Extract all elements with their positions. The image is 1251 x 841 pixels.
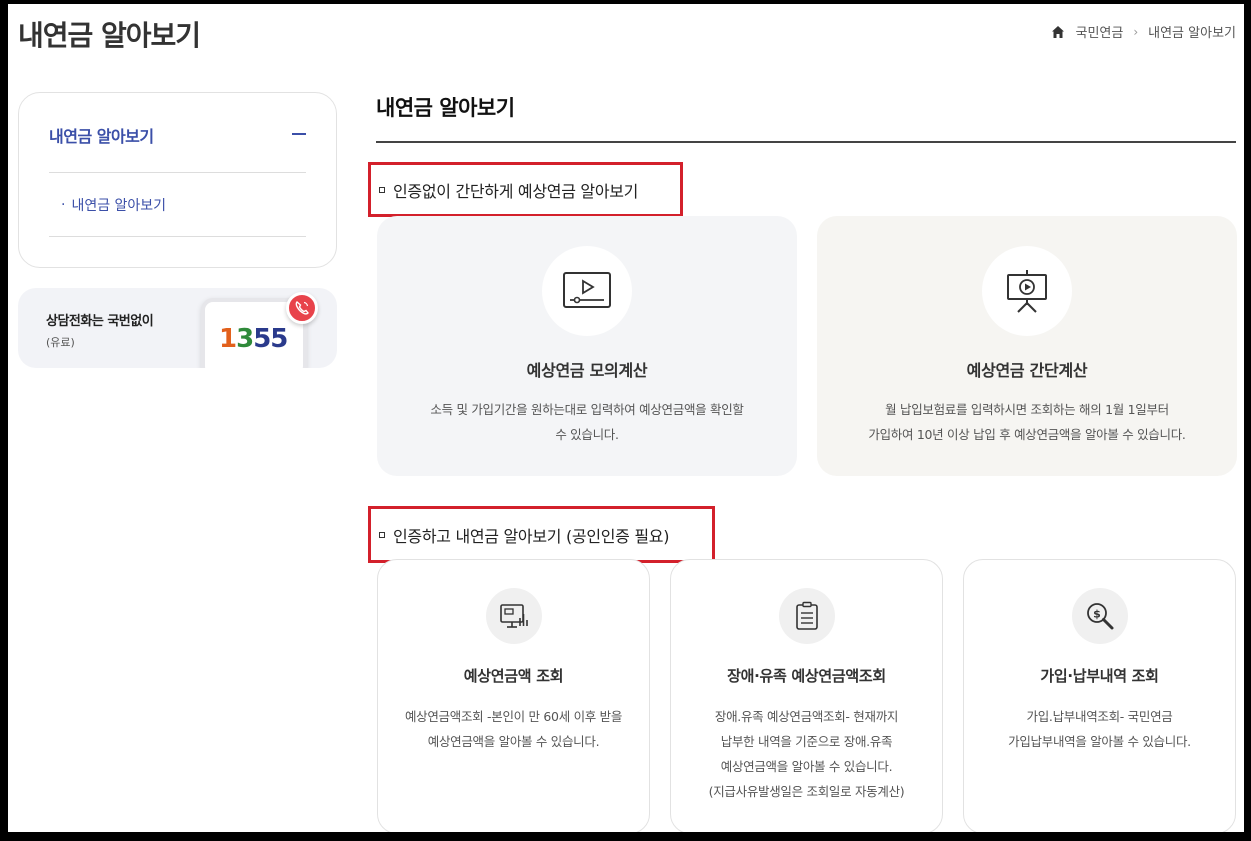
card-title: 장애·유족 예상연금액조회 xyxy=(727,667,886,685)
card-description: 예상연금액조회 -본인이 만 60세 이후 받을 예상연금액을 알아볼 수 있습… xyxy=(388,704,639,754)
phone-digit: 1 xyxy=(219,324,237,354)
card-description: 가입.납부내역조회- 국민연금 가입납부내역을 알아볼 수 있습니다. xyxy=(974,704,1225,754)
card-disability-survivor-inquiry[interactable]: 장애·유족 예상연금액조회 장애.유족 예상연금액조회- 현재까지 납부한 내역… xyxy=(670,559,943,832)
page-frame: 내연금 알아보기 국민연금 › 내연금 알아보기 내연금 알아보기 · 내연금 … xyxy=(8,4,1244,832)
money-search-icon: $ xyxy=(1071,588,1128,644)
card-title: 가입·납부내역 조회 xyxy=(1040,667,1159,685)
card-description-line: 장애.유족 예상연금액조회- 현재까지 xyxy=(714,709,899,724)
card-pension-simulation[interactable]: 예상연금 모의계산 소득 및 가입기간을 원하는대로 입력하여 예상연금액을 확… xyxy=(377,216,797,476)
card-description-line: 예상연금액조회 -본인이 만 60세 이후 받을 xyxy=(404,709,623,724)
chevron-right-icon: › xyxy=(1133,24,1139,39)
monitor-chart-icon xyxy=(485,588,542,644)
sidebar-menu: 내연금 알아보기 · 내연금 알아보기 xyxy=(18,92,337,268)
square-bullet-icon xyxy=(379,186,385,193)
card-description-line: 예상연금액을 알아볼 수 있습니다. xyxy=(427,734,600,749)
page-title: 내연금 알아보기 xyxy=(18,19,201,52)
card-expected-pension-inquiry[interactable]: 예상연금액 조회 예상연금액조회 -본인이 만 60세 이후 받을 예상연금액을… xyxy=(377,559,650,832)
document-list-icon xyxy=(778,588,835,644)
phone-digit: 3 xyxy=(236,324,254,354)
breadcrumb: 국민연금 › 내연금 알아보기 xyxy=(1051,22,1236,41)
card-description-line: 가입납부내역을 알아볼 수 있습니다. xyxy=(1008,734,1191,749)
breadcrumb-item-current[interactable]: 내연금 알아보기 xyxy=(1148,22,1236,41)
home-icon[interactable] xyxy=(1051,25,1065,39)
card-description-line: 가입하여 10년 이상 납입 후 예상연금액을 알아볼 수 있습니다. xyxy=(868,427,1186,442)
card-title: 예상연금액 조회 xyxy=(463,667,564,685)
video-player-icon xyxy=(542,246,632,336)
section-heading-with-auth: 인증하고 내연금 알아보기 (공인인증 필요) xyxy=(368,506,715,563)
card-enrollment-payment-inquiry[interactable]: $ 가입·납부내역 조회 가입.납부내역조회- 국민연금 가입납부내역을 알아볼… xyxy=(963,559,1236,832)
call-center-title: 상담전화는 국번없이 xyxy=(46,314,154,329)
sidebar-item-label: 내연금 알아보기 xyxy=(71,197,167,214)
sidebar-menu-header[interactable]: 내연금 알아보기 xyxy=(49,123,306,173)
presentation-play-icon xyxy=(982,246,1072,336)
card-description-line: 예상연금액을 알아볼 수 있습니다. xyxy=(720,759,893,774)
svg-text:$: $ xyxy=(1093,608,1101,621)
card-description-line: 수 있습니다. xyxy=(555,427,619,442)
card-title: 예상연금 모의계산 xyxy=(526,361,648,380)
card-description-line: 납부한 내역을 기준으로 장애.유족 xyxy=(720,734,893,749)
call-center-fee-note: (유료) xyxy=(46,336,75,349)
card-description-line: 월 납입보험료를 입력하시면 조회하는 해의 1월 1일부터 xyxy=(885,402,1169,417)
card-description: 장애.유족 예상연금액조회- 현재까지 납부한 내역을 기준으로 장애.유족 예… xyxy=(679,704,934,804)
card-pension-quick-calc[interactable]: 예상연금 간단계산 월 납입보험료를 입력하시면 조회하는 해의 1월 1일부터… xyxy=(817,216,1237,476)
card-description-line: (지급사유발생일은 조회일로 자동계산) xyxy=(708,784,905,799)
card-description: 소득 및 가입기간을 원하는대로 입력하여 예상연금액을 확인할 수 있습니다. xyxy=(397,397,777,447)
collapse-minus-icon[interactable] xyxy=(292,133,306,135)
sidebar-menu-title: 내연금 알아보기 xyxy=(49,127,154,146)
section-heading-text: 인증하고 내연금 알아보기 (공인인증 필요) xyxy=(393,526,670,546)
card-description-line: 가입.납부내역조회- 국민연금 xyxy=(1026,709,1173,724)
breadcrumb-item-pension[interactable]: 국민연금 xyxy=(1075,22,1123,41)
section-heading-text: 인증없이 간단하게 예상연금 알아보기 xyxy=(393,181,639,201)
phone-digit: 5 xyxy=(253,324,271,354)
card-description: 월 납입보험료를 입력하시면 조회하는 해의 1월 1일부터 가입하여 10년 … xyxy=(837,397,1217,447)
bullet-icon: · xyxy=(61,196,66,213)
section-heading-no-auth: 인증없이 간단하게 예상연금 알아보기 xyxy=(368,162,683,217)
main-title: 내연금 알아보기 xyxy=(376,96,515,120)
card-title: 예상연금 간단계산 xyxy=(966,361,1088,380)
phone-digit: 5 xyxy=(270,324,288,354)
sidebar-item-my-pension[interactable]: · 내연금 알아보기 xyxy=(49,173,306,237)
title-divider xyxy=(376,141,1236,143)
square-bullet-icon xyxy=(379,531,385,538)
phone-number: 1355 xyxy=(219,324,288,354)
phone-call-icon xyxy=(286,292,318,324)
card-description-line: 소득 및 가입기간을 원하는대로 입력하여 예상연금액을 확인할 xyxy=(430,402,744,417)
